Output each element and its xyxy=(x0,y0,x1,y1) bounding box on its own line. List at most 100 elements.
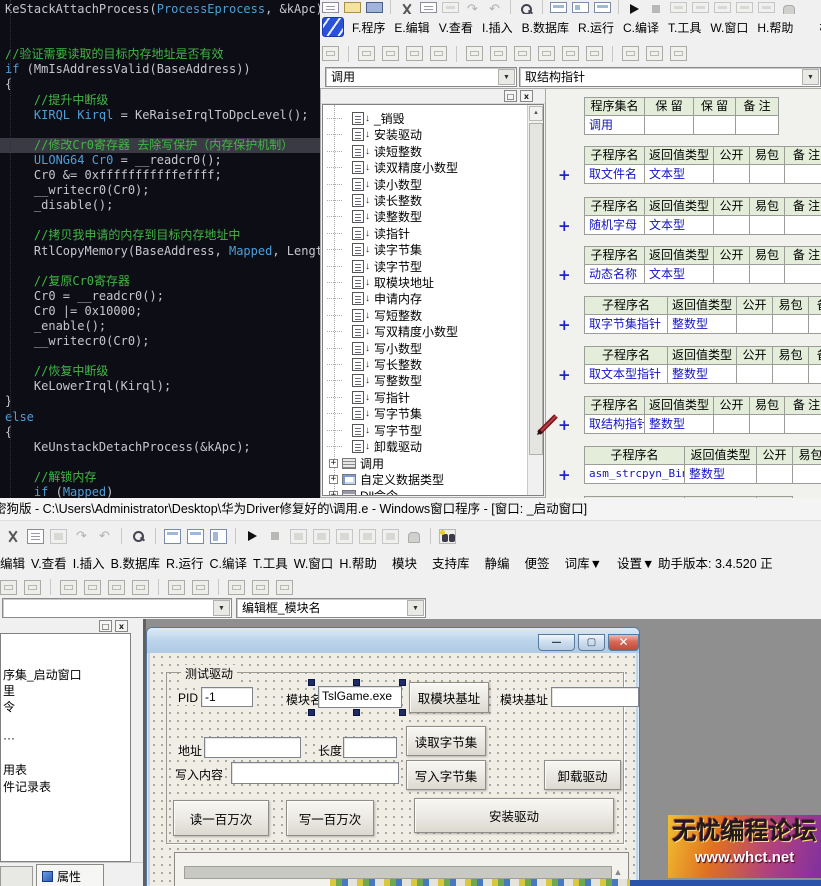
table-value-cell[interactable] xyxy=(784,264,821,284)
tree-item-subroutine[interactable]: ↓写整数型 xyxy=(327,372,422,388)
table-value-cell[interactable] xyxy=(784,414,821,434)
menu-item[interactable]: V.查看 xyxy=(439,19,473,36)
chevron-down-icon[interactable]: ▼ xyxy=(213,600,230,616)
expand-table-icon[interactable]: + xyxy=(558,468,571,483)
get-module-base-button[interactable]: 取模块基址 xyxy=(409,682,489,713)
tree-item-subroutine[interactable]: ↓写小数型 xyxy=(327,340,422,356)
scroll-up-icon[interactable]: ▲ xyxy=(529,106,543,121)
table-value-cell[interactable] xyxy=(749,264,785,284)
tree-item-subroutine[interactable]: ↓读双精度小数型 xyxy=(327,159,458,175)
table-value-cell[interactable]: 文本型 xyxy=(644,264,714,284)
selection-handle[interactable] xyxy=(399,709,406,716)
menu-item[interactable]: F.程序 xyxy=(352,19,385,36)
save-icon[interactable] xyxy=(366,2,383,13)
tree-item-subroutine[interactable]: ↓写字节型 xyxy=(327,422,422,438)
table-value-cell[interactable] xyxy=(784,215,821,235)
tree-item-subroutine[interactable]: ↓卸载驱动 xyxy=(327,438,422,454)
table-value-cell[interactable]: 取结构指针 xyxy=(584,414,645,434)
table-value-cell[interactable]: 整数型 xyxy=(684,464,757,484)
read-bytes-button[interactable]: 读取字节集 xyxy=(406,726,486,756)
module-base-input[interactable] xyxy=(551,687,639,707)
menu-item[interactable]: H.帮助 xyxy=(339,553,377,572)
table-value-cell[interactable] xyxy=(784,164,821,184)
workspace-list-item[interactable]: 用表 xyxy=(3,761,27,778)
table-value-cell[interactable] xyxy=(792,464,821,484)
copy-icon[interactable] xyxy=(27,529,44,544)
menu-item[interactable]: R.运行 xyxy=(166,553,204,572)
table-value-cell[interactable] xyxy=(808,364,821,384)
scrollbar-thumb[interactable] xyxy=(529,123,543,455)
cut-icon[interactable] xyxy=(398,2,415,13)
find-icon[interactable] xyxy=(130,529,147,544)
widget-combo-left[interactable]: ▼ xyxy=(2,598,232,618)
layout-top-icon[interactable] xyxy=(550,2,567,13)
close-panel-icon[interactable]: x xyxy=(520,90,533,102)
scroll-up-icon[interactable]: ▲ xyxy=(610,865,626,880)
plugin-menu-item[interactable]: 模块 xyxy=(392,553,417,572)
tab-stub[interactable] xyxy=(0,866,33,886)
menu-item[interactable]: R.运行 xyxy=(578,19,614,36)
table-value-cell[interactable] xyxy=(736,364,773,384)
tree-item-dll[interactable]: +Dll命令 xyxy=(327,487,398,496)
tree-item-subroutine[interactable]: ↓读指针 xyxy=(327,225,410,241)
plugin-menu-item[interactable]: 词库▼ xyxy=(565,553,602,572)
menu-item[interactable]: E.编辑 xyxy=(394,19,429,36)
tree-item-assembly[interactable]: +调用 xyxy=(327,455,384,471)
table-value-cell[interactable]: 取文本型指针 xyxy=(584,364,668,384)
procedure-combo[interactable]: 调用 ▼ xyxy=(325,67,517,87)
tree-item-subroutine[interactable]: ↓取模块地址 xyxy=(327,274,434,290)
layout-grid-icon[interactable] xyxy=(594,2,611,13)
widget-combo-right[interactable]: 编辑框_模块名 ▼ xyxy=(236,598,426,618)
tree-item-subroutine[interactable]: ↓_销毁 xyxy=(327,110,405,126)
table-value-cell[interactable] xyxy=(713,264,750,284)
table-value-cell[interactable] xyxy=(749,164,785,184)
maximize-button[interactable]: ▢ xyxy=(578,634,605,651)
chevron-down-icon[interactable]: ▼ xyxy=(407,600,424,616)
tree-item-subroutine[interactable]: ↓读短整数 xyxy=(327,143,422,159)
read-million-button[interactable]: 读一百万次 xyxy=(173,800,269,836)
tree-item-subroutine[interactable]: ↓安装驱动 xyxy=(327,126,422,142)
table-value-cell[interactable] xyxy=(749,414,785,434)
cut-icon[interactable] xyxy=(4,529,21,544)
menu-item[interactable]: W.窗口 xyxy=(294,553,334,572)
chevron-down-icon[interactable]: ▼ xyxy=(802,69,819,85)
tree-item-subroutine[interactable]: ↓写指针 xyxy=(327,389,410,405)
plugin-menu-item[interactable]: 设置▼ xyxy=(617,553,654,572)
expand-table-icon[interactable]: + xyxy=(558,268,571,283)
layout-top-icon[interactable] xyxy=(164,529,181,544)
expand-table-icon[interactable]: + xyxy=(558,168,571,183)
tree-item-subroutine[interactable]: ↓写短整数 xyxy=(327,307,422,323)
unload-driver-button[interactable]: 卸载驱动 xyxy=(544,760,621,790)
menu-item[interactable]: B.数据库 xyxy=(111,553,160,572)
selection-handle[interactable] xyxy=(399,679,406,686)
copy-icon[interactable] xyxy=(420,2,437,13)
menu-item[interactable]: B.数据库 xyxy=(522,19,569,36)
table-value-cell[interactable]: 随机字母 xyxy=(584,215,645,235)
menu-item[interactable]: I.插入 xyxy=(482,19,513,36)
close-panel-icon[interactable]: x xyxy=(115,620,128,632)
tree-item-datatypes[interactable]: +自定义数据类型 xyxy=(327,471,444,487)
workspace-list-item[interactable]: 件记录表 xyxy=(3,778,51,795)
selection-handle[interactable] xyxy=(353,679,360,686)
layout-left-icon[interactable] xyxy=(572,2,589,13)
tree-item-subroutine[interactable]: ↓读长整数 xyxy=(327,192,422,208)
table-value-cell[interactable] xyxy=(713,164,750,184)
table-value-cell[interactable] xyxy=(693,115,736,135)
table-value-cell[interactable] xyxy=(644,115,694,135)
table-value-cell[interactable]: 动态名称 xyxy=(584,264,645,284)
table-value-cell[interactable]: asm_strcpyn_Bin xyxy=(584,464,685,484)
module-name-input[interactable]: TslGame.exe xyxy=(318,686,402,708)
form-titlebar[interactable]: — ▢ ✕ xyxy=(147,628,639,653)
tree-item-subroutine[interactable]: ↓读小数型 xyxy=(327,176,422,192)
write-million-button[interactable]: 写一百万次 xyxy=(286,800,374,836)
layout-grid-icon[interactable] xyxy=(210,529,227,544)
workspace-list-item[interactable]: 令 xyxy=(3,698,15,715)
layout-split-icon[interactable] xyxy=(187,529,204,544)
plugin-menu-item[interactable]: 支持库 xyxy=(432,553,470,572)
tree-scrollbar[interactable]: ▲ xyxy=(527,105,543,495)
table-value-cell[interactable]: 整数型 xyxy=(667,314,737,334)
workspace-list-item[interactable]: 里 xyxy=(3,682,15,699)
open-file-icon[interactable] xyxy=(344,2,361,13)
tab-properties[interactable]: 属性 xyxy=(36,864,104,886)
table-value-cell[interactable] xyxy=(713,215,750,235)
